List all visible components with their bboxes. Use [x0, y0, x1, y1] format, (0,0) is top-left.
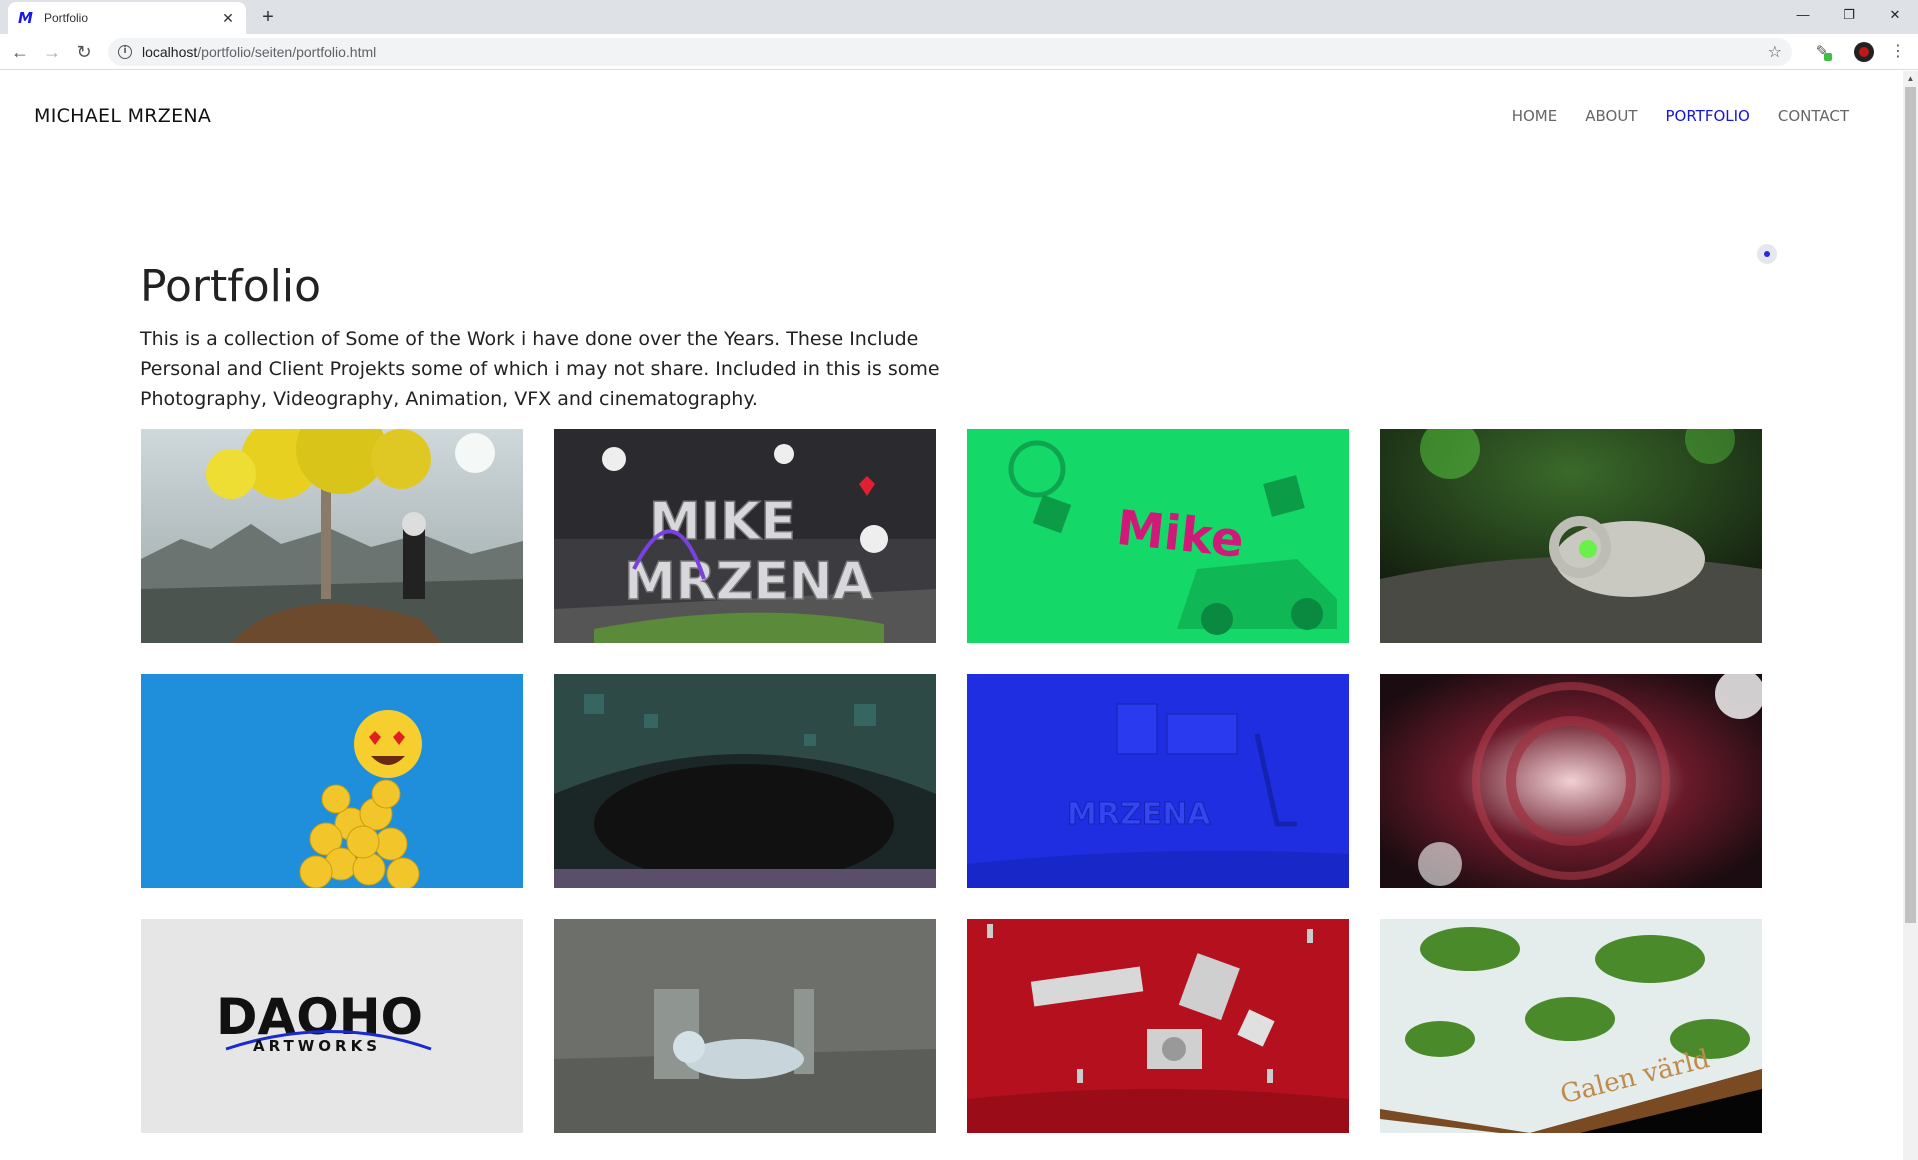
nav-portfolio[interactable]: PORTFOLIO: [1665, 107, 1749, 125]
skull-image: [1380, 429, 1762, 643]
site-brand[interactable]: MICHAEL MRZENA: [34, 105, 211, 127]
page-viewport: MICHAEL MRZENA HOME ABOUT PORTFOLIO CONT…: [0, 71, 1903, 1160]
reload-icon[interactable]: ↻: [72, 40, 96, 64]
nav-home[interactable]: HOME: [1512, 107, 1558, 125]
browser-tab[interactable]: M Portfolio ✕: [8, 2, 246, 34]
site-navigation: HOME ABOUT PORTFOLIO CONTACT: [1512, 107, 1849, 125]
sleeping-figure-image: [554, 919, 936, 1133]
intro-paragraph: This is a collection of Some of the Work…: [140, 328, 940, 410]
gallery-item-skull[interactable]: [1380, 429, 1762, 643]
back-icon[interactable]: ←: [8, 40, 32, 64]
tab-title: Portfolio: [44, 11, 89, 25]
extension-eyedropper-icon[interactable]: ✎: [1812, 42, 1832, 62]
new-tab-button[interactable]: +: [256, 5, 280, 29]
gallery-item-blue-desk[interactable]: MRZENA: [967, 674, 1349, 888]
browser-tab-bar: M Portfolio ✕ + — ❐ ✕: [0, 0, 1918, 34]
bookmark-star-icon[interactable]: ☆: [1768, 42, 1782, 62]
gallery-item-flying-devices[interactable]: [967, 919, 1349, 1133]
emoji-balls-image: [141, 674, 523, 888]
blue-desk-image: MRZENA: [967, 674, 1349, 888]
gallery-item-astronaut-tree[interactable]: [141, 429, 523, 643]
cursor-dot-indicator: [1757, 244, 1777, 264]
profile-avatar-icon[interactable]: [1854, 42, 1874, 62]
page-title: Portfolio: [140, 261, 322, 312]
gallery-item-glass-tunnel[interactable]: [1380, 674, 1762, 888]
gallery-item-fractal-cave[interactable]: [554, 674, 936, 888]
flying-devices-image: [967, 919, 1349, 1133]
daoho-logo-image: DAOHO ARTWORKS: [141, 919, 523, 1133]
gallery-item-green-car[interactable]: Mike: [967, 429, 1349, 643]
fractal-cave-image: [554, 674, 936, 888]
gallery-item-daoho-logo[interactable]: DAOHO ARTWORKS: [141, 919, 523, 1133]
gallery-item-sleeping-figure[interactable]: [554, 919, 936, 1133]
url-host: localhost: [142, 44, 198, 60]
glass-tunnel-image: [1380, 674, 1762, 888]
gallery-item-galen-varld[interactable]: Galen värld: [1380, 919, 1762, 1133]
scrollbar-thumb[interactable]: [1905, 87, 1916, 923]
info-icon[interactable]: i: [118, 45, 132, 59]
mike-letters-image: MIKE MRZENA: [554, 429, 936, 643]
minimize-button[interactable]: —: [1780, 0, 1826, 30]
address-bar[interactable]: i localhost /portfolio/seiten/portfolio.…: [108, 38, 1792, 66]
daoho-logo-subtext: ARTWORKS: [253, 1037, 381, 1055]
scroll-up-arrow-icon[interactable]: ▲: [1903, 71, 1918, 86]
svg-text:MRZENA: MRZENA: [624, 552, 873, 612]
close-window-button[interactable]: ✕: [1872, 0, 1918, 30]
svg-text:MRZENA: MRZENA: [1067, 797, 1211, 832]
galen-varld-image: Galen värld: [1380, 919, 1762, 1133]
portfolio-gallery: MIKE MRZENA Mike MRZENA DAOHO ARTWORKS G…: [141, 429, 1763, 1133]
nav-about[interactable]: ABOUT: [1585, 107, 1637, 125]
nav-contact[interactable]: CONTACT: [1778, 107, 1849, 125]
browser-menu-icon[interactable]: ⋮: [1888, 42, 1908, 62]
browser-toolbar: ← → ↻ i localhost /portfolio/seiten/port…: [0, 34, 1918, 70]
forward-icon[interactable]: →: [40, 40, 64, 64]
gallery-item-emoji-balls[interactable]: [141, 674, 523, 888]
window-controls: — ❐ ✕: [1780, 0, 1918, 30]
svg-text:MIKE: MIKE: [649, 492, 796, 552]
restore-button[interactable]: ❐: [1826, 0, 1872, 30]
favicon-icon: M: [18, 9, 33, 27]
url-path: /portfolio/seiten/portfolio.html: [197, 44, 377, 60]
gallery-item-mike-letters[interactable]: MIKE MRZENA: [554, 429, 936, 643]
page-scrollbar[interactable]: ▲: [1903, 71, 1918, 1160]
astronaut-tree-image: [141, 429, 523, 643]
close-tab-icon[interactable]: ✕: [220, 10, 236, 26]
green-car-image: Mike: [967, 429, 1349, 643]
